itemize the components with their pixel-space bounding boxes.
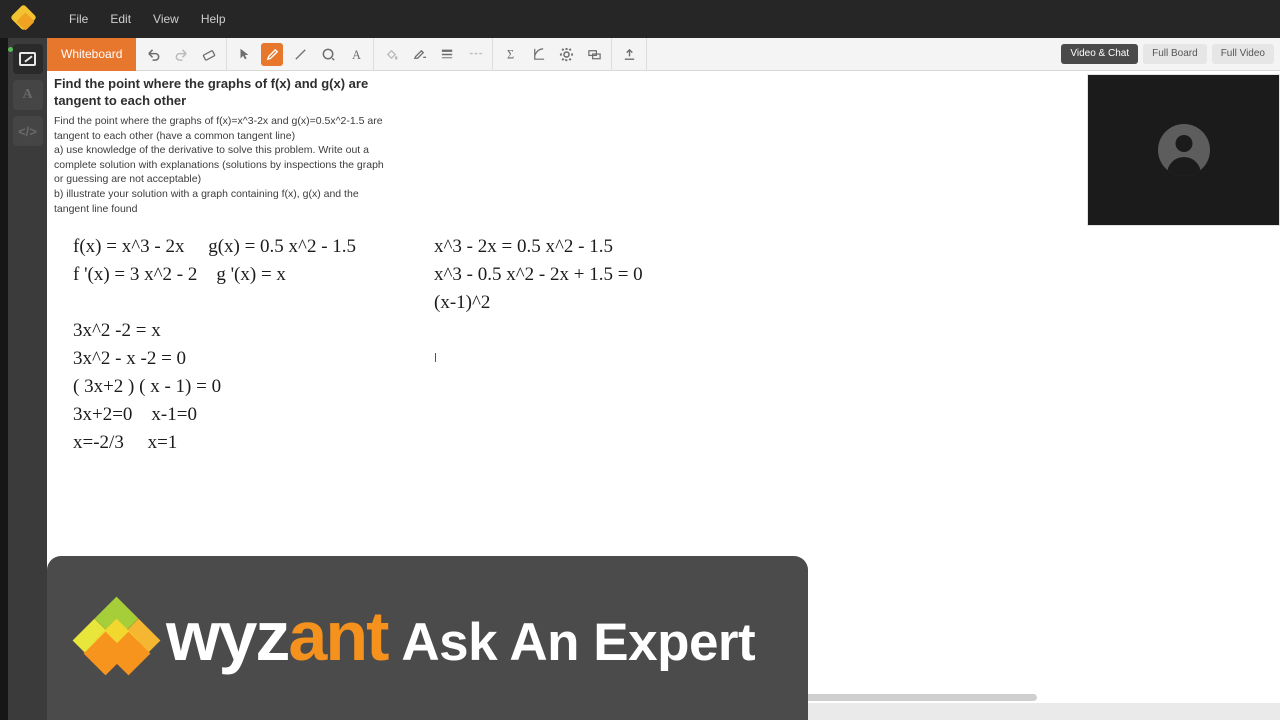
settings-button[interactable]	[555, 43, 577, 66]
undo-button[interactable]	[142, 43, 164, 66]
wyzant-wordmark: wyz ant Ask An Expert	[166, 597, 756, 675]
brand-wyz: wyz	[166, 597, 290, 675]
question-paragraph-a: a) use knowledge of the derivative to so…	[54, 144, 384, 186]
toolbar: Whiteboard A Σ Video & Chat Full Board F…	[47, 37, 1280, 71]
view-mode-buttons: Video & Chat Full Board Full Video	[1061, 44, 1274, 64]
online-status-dot-icon	[7, 47, 13, 52]
question-paragraph-b: b) illustrate your solution with a graph…	[54, 187, 359, 215]
math-line: (x-1)^2	[434, 292, 491, 313]
full-board-button[interactable]: Full Board	[1143, 44, 1207, 64]
math-line: x^3 - 0.5 x^2 - 2x + 1.5 = 0	[434, 264, 643, 285]
video-and-chat-button[interactable]: Video & Chat	[1061, 44, 1139, 64]
eraser-button[interactable]	[198, 43, 220, 66]
toolbar-group-upload	[612, 37, 648, 71]
wyzant-branding-overlay: wyz ant Ask An Expert	[47, 556, 808, 720]
question-body: Find the point where the graphs of f(x)=…	[54, 114, 392, 216]
sidebar-item-whiteboard[interactable]	[7, 44, 43, 74]
video-panel[interactable]	[1087, 74, 1280, 226]
sidebar-item-text[interactable]: A	[12, 80, 43, 110]
math-line: 3x^2 - x -2 = 0	[73, 348, 187, 369]
menu-item-file[interactable]: File	[58, 7, 99, 31]
toolbar-group-style	[374, 37, 494, 71]
fill-button[interactable]	[380, 43, 402, 66]
code-brackets-icon: </>	[18, 123, 37, 139]
app-logo-icon	[10, 2, 44, 36]
math-block-equation: x^3 - 2x = 0.5 x^2 - 1.5 x^3 - 0.5 x^2 -…	[434, 233, 643, 317]
graph-button[interactable]	[527, 43, 549, 66]
question-title: Find the point where the graphs of f(x) …	[54, 76, 369, 108]
math-line: x^3 - 2x = 0.5 x^2 - 1.5	[434, 236, 613, 257]
question-paragraph-intro: Find the point where the graphs of f(x)=…	[54, 115, 383, 142]
avatar-head	[1175, 135, 1192, 152]
whiteboard-tab-button[interactable]: Whiteboard	[47, 37, 137, 71]
math-line: f '(x) = 3 x^2 - 2 g '(x) = x	[73, 264, 286, 285]
stroke-width-button[interactable]	[436, 43, 458, 66]
left-rail: A </>	[7, 38, 47, 720]
wyzant-diamond-logo	[72, 596, 161, 676]
math-line: ( 3x+2 ) ( x - 1) = 0	[73, 376, 222, 397]
svg-text:A: A	[352, 48, 361, 62]
math-line: f(x) = x^3 - 2x g(x) = 0.5 x^2 - 1.5	[73, 236, 357, 257]
menu-bar: File Edit View Help	[0, 0, 1280, 38]
math-block-solution: 3x^2 -2 = x 3x^2 - x -2 = 0 ( 3x+2 ) ( x…	[73, 317, 221, 457]
menu-item-help[interactable]: Help	[190, 7, 237, 31]
math-block-functions: f(x) = x^3 - 2x g(x) = 0.5 x^2 - 1.5 f '…	[73, 233, 356, 289]
toolbar-group-history	[136, 37, 228, 71]
whiteboard-pen-icon	[19, 52, 36, 66]
menu-items: File Edit View Help	[58, 7, 237, 31]
dash-style-button[interactable]	[464, 43, 486, 66]
wyzant-whiteboard-app: File Edit View Help A </> Whiteboard A Σ…	[0, 0, 1280, 720]
math-line: 3x+2=0 x-1=0	[73, 404, 197, 425]
text-button[interactable]: A	[345, 43, 367, 66]
menu-item-edit[interactable]: Edit	[99, 7, 142, 31]
shape-button[interactable]	[317, 43, 339, 66]
text-caret	[435, 353, 436, 362]
sidebar-item-code[interactable]: </>	[12, 116, 43, 146]
math-line: x=-2/3 x=1	[73, 432, 178, 453]
layers-button[interactable]	[583, 43, 605, 66]
stroke-color-button[interactable]	[408, 43, 430, 66]
text-A-icon: A	[22, 87, 33, 102]
redo-button[interactable]	[170, 43, 192, 66]
left-edge-strip	[0, 38, 8, 720]
pencil-button[interactable]	[261, 42, 284, 66]
math-line: 3x^2 -2 = x	[73, 320, 161, 341]
equation-button[interactable]: Σ	[499, 43, 521, 66]
toolbar-group-draw: A	[227, 37, 375, 71]
select-button[interactable]	[233, 43, 255, 66]
person-avatar-placeholder-icon	[1157, 124, 1210, 176]
full-video-button[interactable]: Full Video	[1211, 44, 1274, 64]
svg-text:Σ: Σ	[507, 47, 514, 61]
brand-ant: ant	[288, 597, 389, 675]
menu-item-view[interactable]: View	[142, 7, 190, 31]
upload-button[interactable]	[618, 43, 640, 66]
toolbar-group-insert: Σ	[493, 37, 613, 71]
brand-tagline: Ask An Expert	[401, 613, 756, 672]
line-button[interactable]	[289, 43, 311, 66]
avatar-body	[1166, 157, 1201, 176]
